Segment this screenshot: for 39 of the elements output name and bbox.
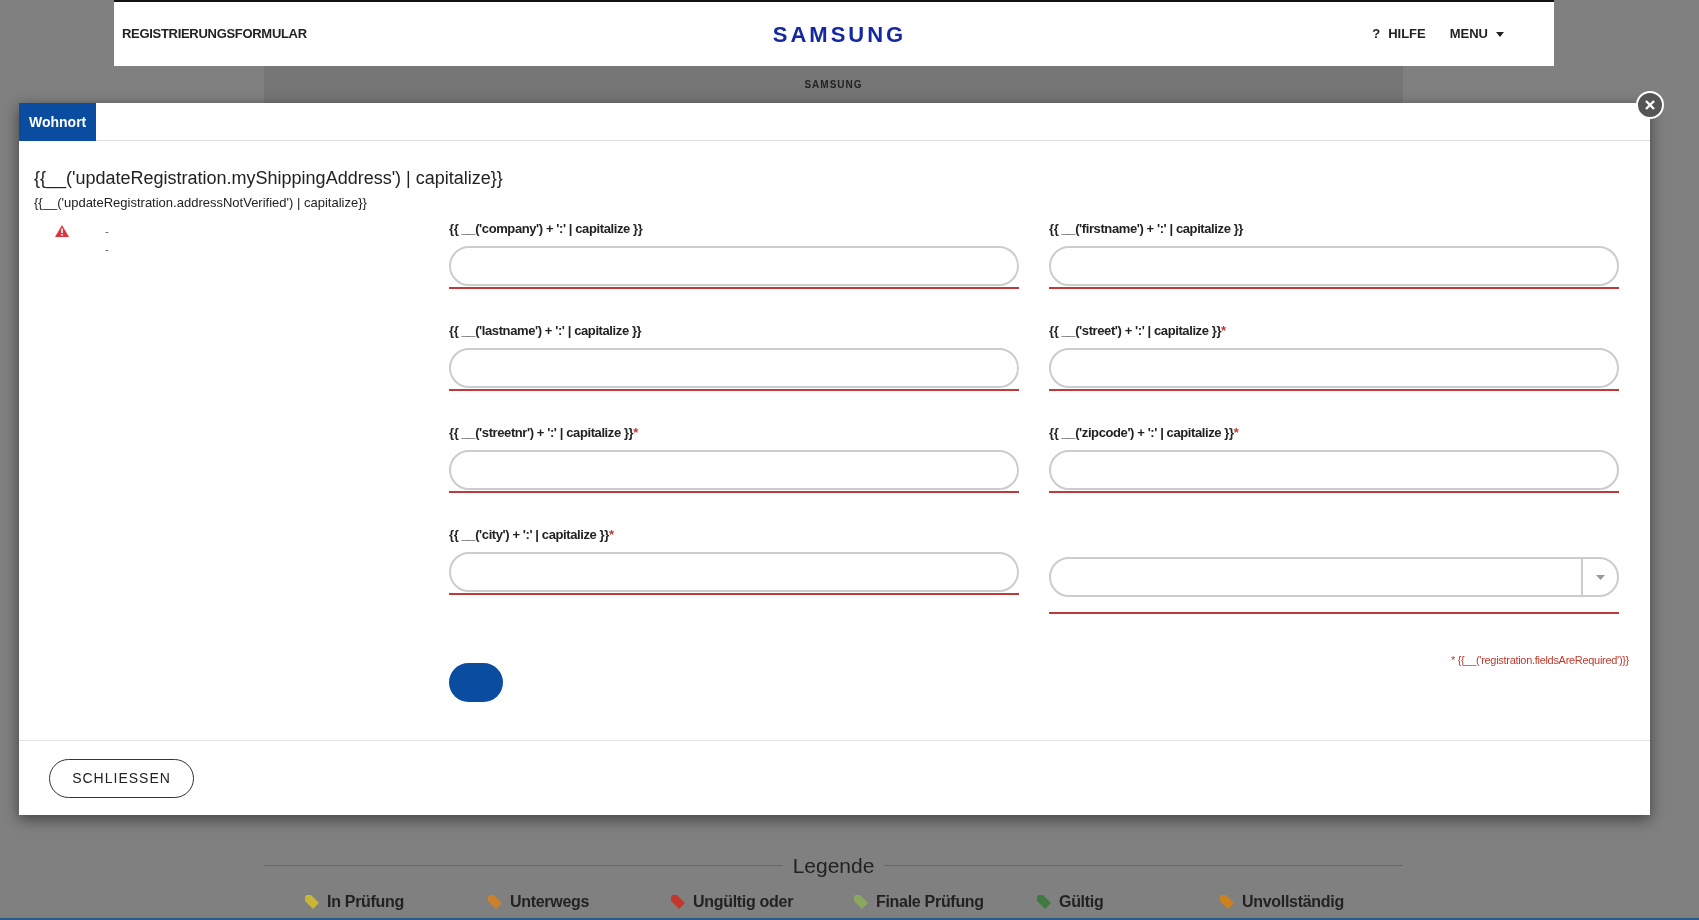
close-icon[interactable] [1636, 91, 1664, 119]
dialog-title: {{__('updateRegistration.myShippingAddress') | capitalize}} [34, 167, 504, 190]
legend-label: Unterwegs [510, 891, 590, 912]
field-label: {{ __('streetnr') + ':' | capitalize }}* [449, 424, 639, 442]
form-title: REGISTRIERUNGSFORMULAR [122, 25, 307, 44]
menu-link[interactable]: MENU [1449, 24, 1504, 44]
legend-label: Gültig [1059, 891, 1104, 912]
input-field[interactable] [1049, 246, 1619, 286]
input-field[interactable] [1049, 348, 1619, 388]
close-button[interactable]: SCHLIESSEN [49, 759, 194, 798]
warning-icon [55, 225, 69, 237]
warning-text: - [105, 224, 109, 239]
dialog-subtitle: {{__('updateRegistration.addressNotVerified') | capitalize}} [34, 194, 368, 212]
brand-logo: SAMSUNG [804, 78, 863, 92]
dropdown-field[interactable] [1049, 557, 1619, 597]
input-field[interactable] [449, 552, 1019, 592]
help-link[interactable]: ? HILFE [1372, 24, 1426, 44]
input-field[interactable] [1049, 450, 1619, 490]
caret-icon [1595, 574, 1605, 580]
legend-title: Legende [791, 853, 876, 879]
field-label: {{ __('firstname') + ':' | capitalize }} [1049, 220, 1244, 238]
submit-button[interactable] [449, 662, 503, 702]
field-label: {{ __('lastname') + ':' | capitalize }} [449, 322, 643, 340]
legend-label: Ungültig oder [693, 891, 794, 912]
field-label: {{ __('city') + ':' | capitalize }}* [449, 526, 615, 544]
caret-icon [1496, 31, 1504, 37]
field-label: {{ __('company') + ':' | capitalize }} [449, 220, 644, 238]
input-field[interactable] [449, 246, 1019, 286]
legend-label: Finale Prüfung [876, 891, 984, 912]
input-field[interactable] [449, 450, 1019, 490]
brand-logo[interactable]: SAMSUNG [772, 17, 907, 51]
tab[interactable]: Wohnort [19, 103, 97, 141]
field-label: {{ __('street') + ':' | capitalize }}* [1049, 322, 1227, 340]
legend-label: Unvollständig [1242, 891, 1344, 912]
input-field[interactable] [449, 348, 1019, 388]
warning-text: - [105, 242, 109, 257]
legend-label: In Prüfung [327, 891, 404, 912]
field-label: {{ __('zipcode') + ':' | capitalize }}* [1049, 424, 1240, 442]
required-fields-note: * {{__('registration.fieldsAreRequired')}} [1450, 653, 1629, 668]
